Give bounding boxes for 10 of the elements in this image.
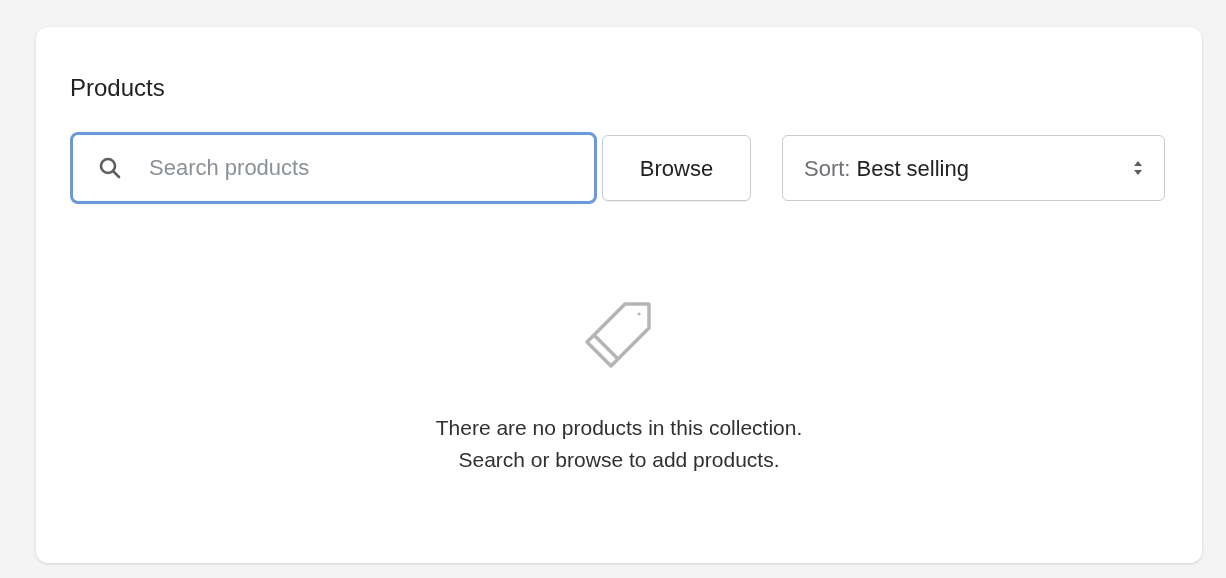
empty-state-message: There are no products in this collection. (435, 415, 803, 441)
sort-arrows-icon (1133, 160, 1143, 176)
sort-select[interactable]: Sort: Best selling (782, 135, 1165, 201)
sort-value: Best selling (856, 154, 969, 183)
sort-label: Sort: (804, 154, 851, 183)
search-field[interactable]: Search products (70, 132, 597, 204)
browse-button[interactable]: Browse (602, 135, 751, 201)
search-icon (99, 157, 121, 179)
empty-state-hint: Search or browse to add products. (458, 447, 780, 473)
card-title: Products (70, 73, 165, 103)
